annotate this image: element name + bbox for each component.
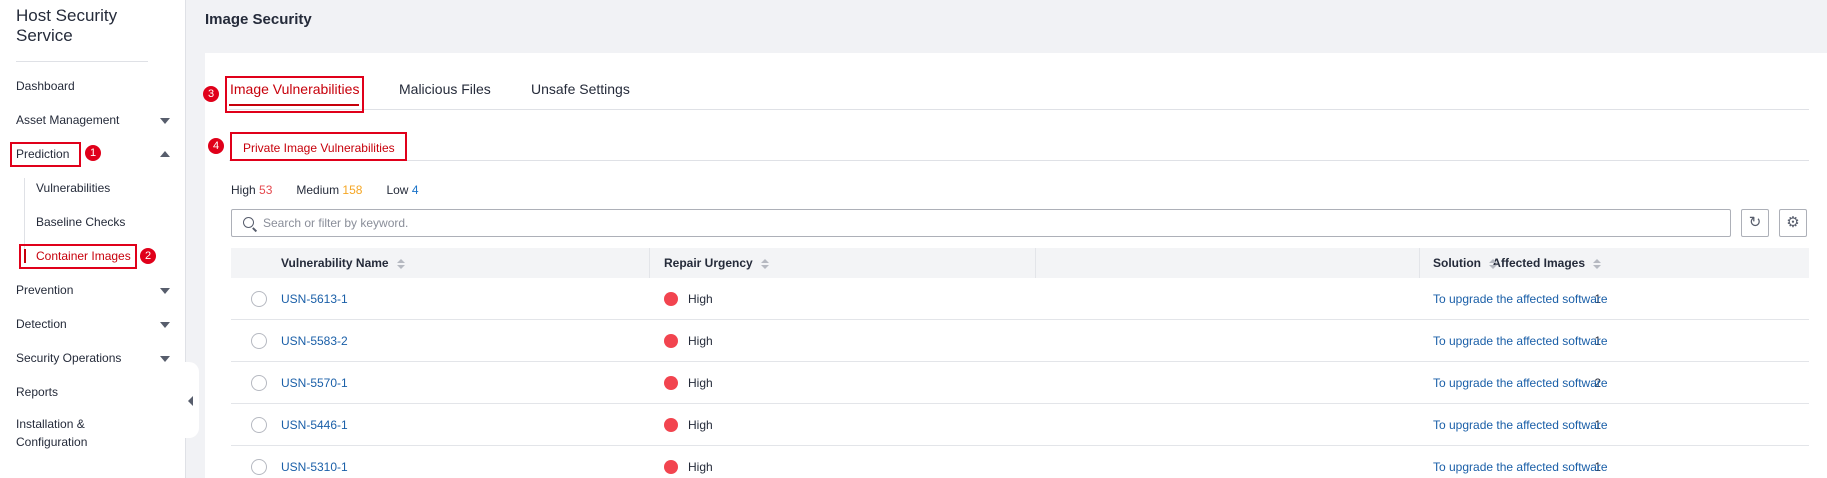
sort-icon[interactable]	[760, 258, 769, 269]
chevron-down-icon[interactable]	[160, 356, 170, 362]
sidebar-divider	[16, 61, 148, 62]
sidebar-item-prevention[interactable]: Prevention	[16, 280, 73, 300]
sidebar-item-dashboard[interactable]: Dashboard	[16, 76, 75, 96]
stat-medium-label: Medium	[296, 183, 340, 197]
row-radio[interactable]	[251, 417, 267, 433]
vulnerability-link[interactable]: USN-5583-2	[281, 333, 348, 349]
tabs-divider	[229, 109, 1809, 110]
sidebar-item-reports[interactable]: Reports	[16, 382, 58, 402]
chevron-down-icon[interactable]	[160, 118, 170, 124]
chevron-down-icon[interactable]	[160, 322, 170, 328]
stat-high-value: 53	[259, 183, 273, 197]
refresh-button[interactable]: ↻	[1741, 209, 1769, 237]
column-header-vulnerability-name[interactable]: Vulnerability Name	[281, 248, 405, 278]
repair-urgency: High	[664, 375, 713, 391]
row-radio[interactable]	[251, 459, 267, 475]
sidebar-item-detection[interactable]: Detection	[16, 314, 67, 334]
gear-icon: ⚙	[1786, 214, 1800, 231]
high-urgency-dot	[664, 460, 678, 474]
stat-high-label: High	[231, 183, 256, 197]
stat-high: High 53	[231, 182, 272, 198]
stat-medium: Medium 158	[296, 182, 362, 198]
solution-link[interactable]: To upgrade the affected software	[1433, 333, 1608, 349]
solution-link[interactable]: To upgrade the affected software	[1433, 291, 1608, 307]
table-row: USN-5570-1 High 2 To upgrade the affecte…	[231, 362, 1809, 404]
annotation-box-image-vulnerabilities	[225, 76, 364, 113]
annotation-badge-1: 1	[85, 145, 101, 161]
column-header-repair-urgency[interactable]: Repair Urgency	[664, 248, 769, 278]
solution-link[interactable]: To upgrade the affected software	[1433, 417, 1608, 433]
row-radio[interactable]	[251, 375, 267, 391]
stat-low-label: Low	[386, 183, 409, 197]
sort-icon[interactable]	[1489, 258, 1497, 269]
solution-link[interactable]: To upgrade the affected software	[1433, 375, 1608, 391]
sidebar-collapse-handle[interactable]	[183, 362, 199, 438]
annotation-badge-4: 4	[208, 138, 224, 154]
annotation-badge-3: 3	[203, 86, 219, 102]
sidebar-item-installation-configuration[interactable]: Installation & Configuration	[16, 415, 126, 451]
high-urgency-dot	[664, 334, 678, 348]
repair-urgency: High	[664, 291, 713, 307]
stat-low: Low 4	[386, 182, 418, 198]
vulnerability-link[interactable]: USN-5613-1	[281, 291, 348, 307]
sidebar-item-security-operations[interactable]: Security Operations	[16, 348, 121, 368]
annotation-box-private-image-vulnerabilities	[230, 132, 407, 161]
sort-icon[interactable]	[1593, 258, 1601, 269]
vulnerability-link[interactable]: USN-5446-1	[281, 417, 348, 433]
repair-urgency: High	[664, 333, 713, 349]
sidebar-item-vulnerabilities[interactable]: Vulnerabilities	[36, 178, 110, 198]
table-row: USN-5613-1 High 1 To upgrade the affecte…	[231, 278, 1809, 320]
column-separator	[1035, 248, 1036, 278]
high-urgency-dot	[664, 418, 678, 432]
sort-icon[interactable]	[396, 258, 405, 269]
table-row: USN-5446-1 High 1 To upgrade the affecte…	[231, 404, 1809, 446]
sidebar: Host Security Service Dashboard Asset Ma…	[0, 0, 186, 478]
repair-urgency: High	[664, 459, 713, 475]
table-row: USN-5583-2 High 1 To upgrade the affecte…	[231, 320, 1809, 362]
column-separator	[649, 248, 650, 278]
vulnerability-link[interactable]: USN-5310-1	[281, 459, 348, 475]
solution-link[interactable]: To upgrade the affected software	[1433, 459, 1608, 475]
table-row: USN-5310-1 High 1 To upgrade the affecte…	[231, 446, 1809, 478]
tab-malicious-files[interactable]: Malicious Files	[399, 80, 491, 98]
column-header-solution[interactable]: Solution	[1433, 248, 1497, 278]
search-icon	[243, 217, 254, 228]
search-input[interactable]	[263, 210, 1713, 236]
table-header: Vulnerability Name Repair Urgency Affect…	[231, 248, 1809, 278]
high-urgency-dot	[664, 376, 678, 390]
vulnerability-link[interactable]: USN-5570-1	[281, 375, 348, 391]
subtab-divider	[229, 160, 1809, 161]
stat-medium-value: 158	[342, 183, 363, 197]
search-box[interactable]	[231, 209, 1731, 237]
service-title: Host Security Service	[16, 6, 118, 45]
refresh-icon: ↻	[1748, 214, 1762, 231]
chevron-up-icon[interactable]	[160, 151, 170, 157]
chevron-left-icon	[188, 396, 193, 406]
annotation-box-prediction	[10, 142, 81, 167]
row-radio[interactable]	[251, 291, 267, 307]
settings-button[interactable]: ⚙	[1779, 209, 1807, 237]
annotation-badge-2: 2	[140, 248, 156, 264]
column-separator	[1419, 248, 1420, 278]
tab-unsafe-settings[interactable]: Unsafe Settings	[531, 80, 630, 98]
page-title: Image Security	[205, 11, 312, 28]
row-radio[interactable]	[251, 333, 267, 349]
repair-urgency: High	[664, 417, 713, 433]
chevron-down-icon[interactable]	[160, 288, 170, 294]
annotation-box-container-images	[19, 244, 137, 269]
high-urgency-dot	[664, 292, 678, 306]
severity-stats: High 53 Medium 158 Low 4	[231, 182, 443, 198]
stat-low-value: 4	[411, 183, 419, 197]
sidebar-item-baseline-checks[interactable]: Baseline Checks	[36, 212, 125, 232]
sidebar-item-asset-management[interactable]: Asset Management	[16, 110, 119, 130]
